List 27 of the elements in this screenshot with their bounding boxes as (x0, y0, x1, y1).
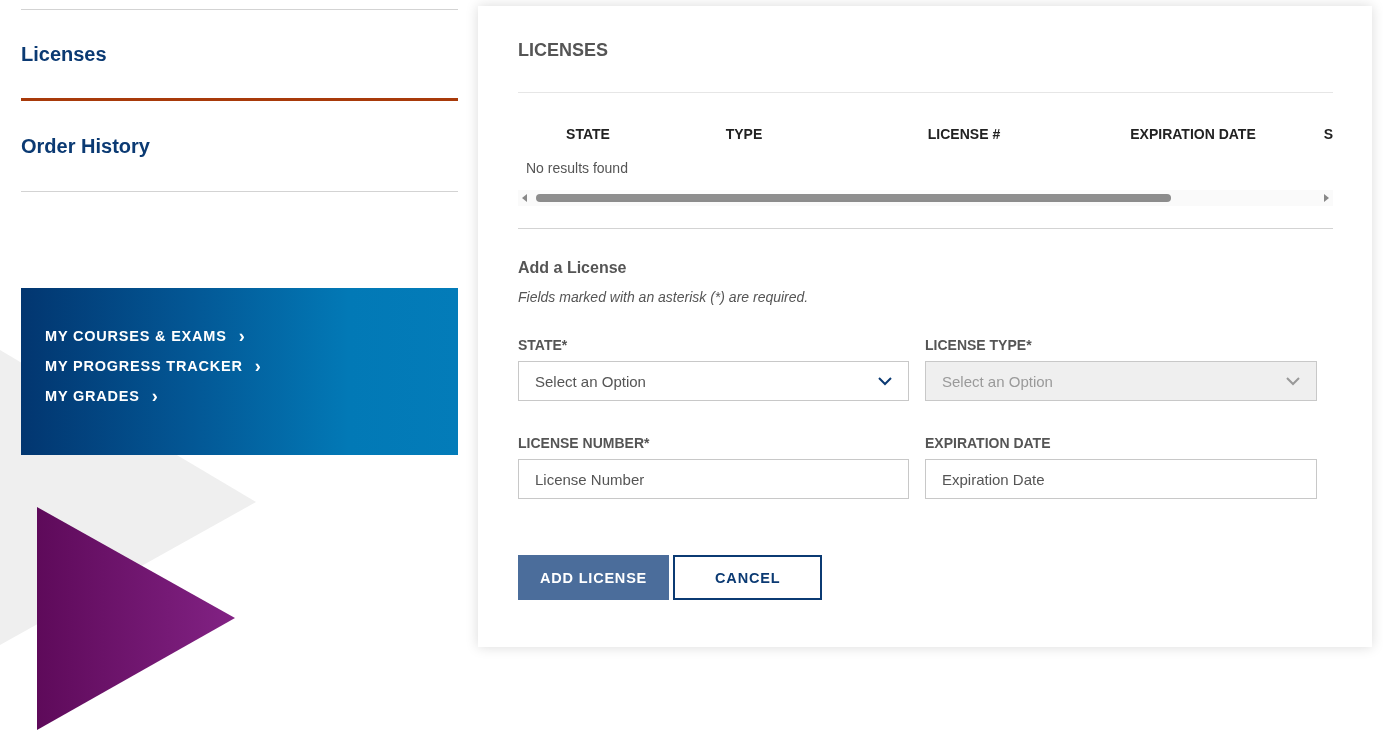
quick-link[interactable]: MY GRADES › (45, 388, 434, 404)
column-header: LICENSE # (926, 124, 1002, 142)
quick-link[interactable]: MY COURSES & EXAMS › (45, 328, 434, 344)
field-label: LICENSE TYPE* (925, 337, 1033, 353)
sidebar-link[interactable]: Order History (21, 101, 458, 192)
add-license-button[interactable]: ADD LICENSE (518, 555, 670, 600)
select-placeholder: Select an Option (535, 372, 646, 390)
card-title: LICENSES (518, 40, 1333, 93)
input-field[interactable]: License Number (518, 459, 909, 499)
column-header: TYPE (724, 124, 764, 142)
column-header: S (1322, 124, 1333, 142)
empty-message: No results found (525, 160, 629, 176)
chevron-down-icon (1286, 376, 1300, 386)
field-label: EXPIRATION DATE (925, 435, 1052, 451)
select-field[interactable]: Select an Option (518, 361, 909, 401)
sidebar-link[interactable]: Licenses (21, 10, 458, 101)
field-label: STATE* (518, 337, 569, 353)
form-title: Add a License (518, 259, 628, 277)
chevron-down-icon (878, 376, 892, 386)
input-field[interactable]: Expiration Date (925, 459, 1317, 499)
quick-link[interactable]: MY PROGRESS TRACKER › (45, 358, 434, 374)
field-label: LICENSE NUMBER* (518, 435, 651, 451)
cancel-button[interactable]: CANCEL (673, 555, 823, 600)
select-placeholder: Select an Option (942, 372, 1053, 390)
column-header: EXPIRATION DATE (1129, 124, 1257, 142)
column-header: STATE (565, 124, 611, 142)
required-note: Fields marked with an asterisk (*) are required. (518, 289, 810, 305)
